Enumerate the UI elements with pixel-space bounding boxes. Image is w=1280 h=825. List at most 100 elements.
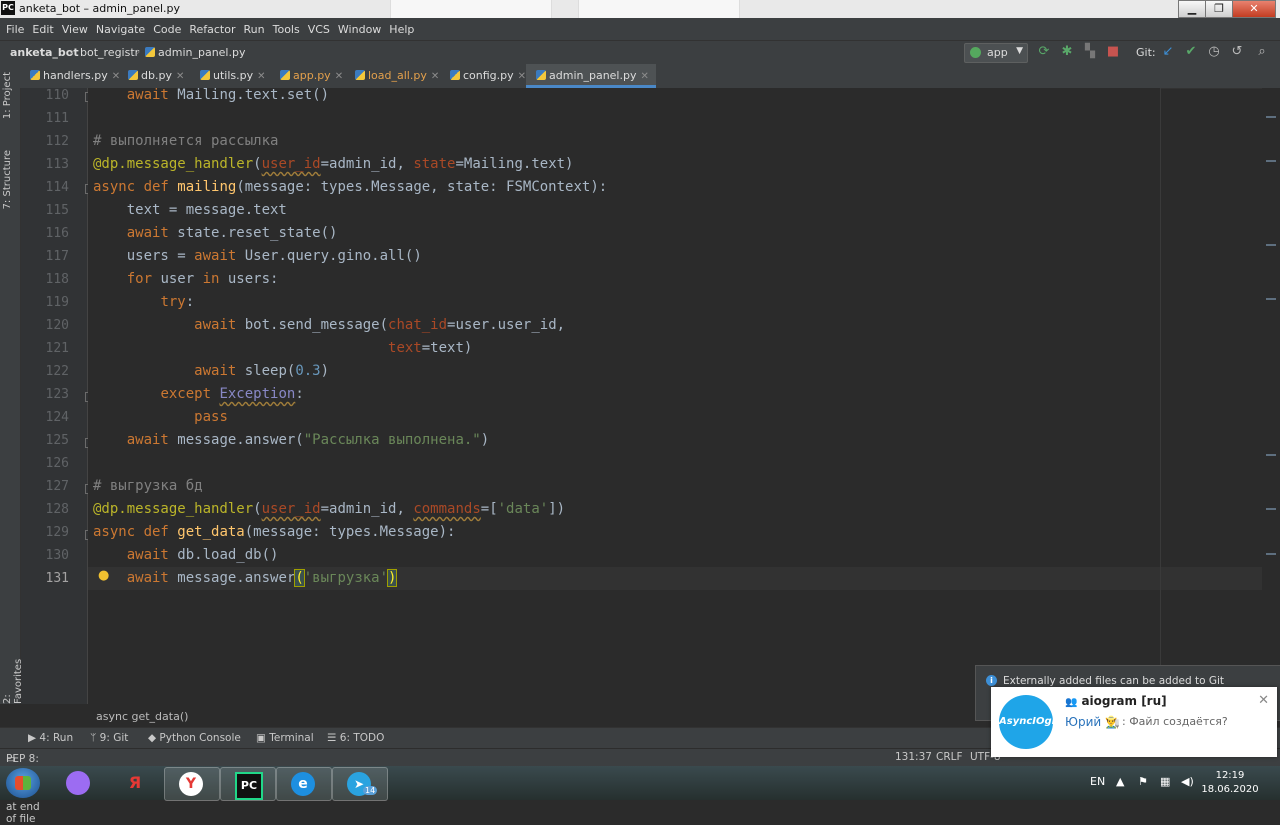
- language-indicator[interactable]: EN: [1090, 775, 1105, 788]
- code-line[interactable]: text=text): [93, 337, 472, 360]
- caret-position[interactable]: 131:37: [895, 751, 932, 763]
- taskbar-app-pycharm[interactable]: PC: [220, 767, 276, 801]
- close-icon[interactable]: ✕: [1232, 0, 1276, 18]
- stripe-mark[interactable]: [1266, 160, 1276, 162]
- tab-config[interactable]: config.py ✕: [440, 64, 526, 88]
- taskbar-app-alice[interactable]: [52, 767, 106, 799]
- close-tab-icon[interactable]: ✕: [640, 71, 648, 82]
- code-line[interactable]: await state.reset_state(): [93, 222, 338, 245]
- menu-file[interactable]: File: [6, 23, 24, 36]
- code-line[interactable]: pass: [93, 406, 228, 429]
- taskbar-clock[interactable]: 12:19 18.06.2020: [1200, 769, 1260, 797]
- line-number: 130: [45, 548, 69, 563]
- stripe-mark[interactable]: [1266, 244, 1276, 246]
- code-line[interactable]: async def mailing(message: types.Message…: [93, 176, 607, 199]
- stripe-mark[interactable]: [1266, 553, 1276, 555]
- background-window-tab[interactable]: [390, 0, 552, 18]
- error-stripe[interactable]: [1262, 88, 1280, 704]
- stripe-mark[interactable]: [1266, 298, 1276, 300]
- maximize-icon[interactable]: ❐: [1205, 0, 1233, 18]
- nav-separator: ›: [136, 45, 141, 58]
- tab-load-all[interactable]: load_all.py ✕: [345, 64, 439, 88]
- taskbar-app-yandex[interactable]: Я: [108, 767, 162, 799]
- todo-button[interactable]: ☰ 6: TODO: [327, 732, 384, 744]
- menu-code[interactable]: Code: [153, 23, 181, 36]
- telegram-notification[interactable]: AsyncIOgram 👥 aiogram [ru] Юрий 👨‍🌾 : Фай…: [991, 687, 1277, 757]
- menu-view[interactable]: View: [62, 23, 88, 36]
- close-icon[interactable]: ✕: [1258, 693, 1269, 708]
- taskbar-app-yandex-browser[interactable]: Y: [164, 767, 220, 801]
- run-tool-button[interactable]: ▶ 4: Run: [28, 732, 73, 744]
- history-icon[interactable]: ◷: [1206, 44, 1222, 60]
- line-separator[interactable]: CRLF: [936, 751, 963, 763]
- coverage-icon[interactable]: ▚: [1082, 44, 1098, 60]
- stripe-mark[interactable]: [1266, 508, 1276, 510]
- unread-badge: 14: [363, 786, 378, 795]
- action-center-icon[interactable]: ⚑: [1138, 775, 1148, 788]
- code-line[interactable]: users = await User.query.gino.all(): [93, 245, 422, 268]
- start-button[interactable]: [6, 768, 40, 798]
- code-line[interactable]: # выполняется рассылка: [93, 130, 278, 153]
- menu-tools[interactable]: Tools: [273, 23, 300, 36]
- git-tool-label: 9: Git: [99, 732, 129, 744]
- git-commit-icon[interactable]: ✔: [1183, 44, 1199, 60]
- menu-edit[interactable]: Edit: [32, 23, 53, 36]
- code-line[interactable]: text = message.text: [93, 199, 287, 222]
- terminal-button[interactable]: ▣ Terminal: [256, 732, 314, 744]
- nav-project[interactable]: anketa_bot: [10, 46, 79, 59]
- run-config-select[interactable]: app ▼: [964, 43, 1028, 63]
- code-line[interactable]: await message.answer("Рассылка выполнена…: [93, 429, 489, 452]
- project-tool-button[interactable]: 1: Project: [2, 72, 13, 119]
- close-tab-icon[interactable]: ✕: [518, 71, 526, 82]
- minimize-icon[interactable]: ▁: [1178, 0, 1206, 18]
- run-config-label: app: [987, 46, 1008, 59]
- code-line[interactable]: async def get_data(message: types.Messag…: [93, 521, 455, 544]
- code-line[interactable]: await sleep(0.3): [93, 360, 329, 383]
- menu-help[interactable]: Help: [389, 23, 414, 36]
- git-tool-button[interactable]: ᛘ 9: Git: [90, 732, 128, 744]
- taskbar-app-telegram[interactable]: ➤ 14: [332, 767, 388, 801]
- code-line[interactable]: # выгрузка бд: [93, 475, 203, 498]
- tab-admin-panel[interactable]: admin_panel.py ✕: [526, 64, 656, 88]
- code-line[interactable]: await message.answer('выгрузка'): [93, 567, 398, 590]
- tray-expand-icon[interactable]: ▲: [1116, 775, 1124, 788]
- nav-file[interactable]: admin_panel.py: [145, 46, 245, 59]
- volume-icon[interactable]: ◀): [1181, 775, 1194, 788]
- menu-navigate[interactable]: Navigate: [96, 23, 145, 36]
- nav-folder[interactable]: bot_registr: [80, 46, 139, 59]
- code-line[interactable]: for user in users:: [93, 268, 279, 291]
- code-line[interactable]: except Exception:: [93, 383, 303, 406]
- close-tab-icon[interactable]: ✕: [431, 71, 439, 82]
- code-editor[interactable]: await Mailing.text.set() # выполняется р…: [88, 87, 1280, 704]
- lightbulb-icon[interactable]: ●: [98, 568, 109, 583]
- taskbar-app-edge[interactable]: e: [276, 767, 332, 801]
- network-icon[interactable]: ▦: [1160, 775, 1170, 788]
- stripe-mark[interactable]: [1266, 454, 1276, 456]
- rerun-icon[interactable]: ⟳: [1036, 44, 1052, 60]
- debug-icon[interactable]: ✱: [1059, 44, 1075, 60]
- close-tab-icon[interactable]: ✕: [257, 71, 265, 82]
- structure-tool-button[interactable]: 7: Structure: [2, 150, 13, 209]
- stop-icon[interactable]: ■: [1105, 44, 1121, 60]
- rollback-icon[interactable]: ↺: [1229, 44, 1245, 60]
- python-console-button[interactable]: ◆ Python Console: [148, 732, 241, 744]
- chat-avatar: AsyncIOgram: [999, 695, 1074, 749]
- code-line[interactable]: @dp.message_handler(user_id=admin_id, co…: [93, 498, 565, 521]
- close-tab-icon[interactable]: ✕: [176, 71, 184, 82]
- menu-vcs[interactable]: VCS: [308, 23, 330, 36]
- menu-refactor[interactable]: Refactor: [189, 23, 235, 36]
- code-line[interactable]: await db.load_db(): [93, 544, 279, 567]
- code-line[interactable]: @dp.message_handler(user_id=admin_id, st…: [93, 153, 574, 176]
- close-tab-icon[interactable]: ✕: [335, 71, 343, 82]
- breadcrumb-function[interactable]: async get_data(): [96, 710, 188, 723]
- tab-label: admin_panel.py: [549, 69, 637, 82]
- menu-window[interactable]: Window: [338, 23, 381, 36]
- menu-run[interactable]: Run: [244, 23, 265, 36]
- git-update-icon[interactable]: ↙: [1160, 44, 1176, 60]
- code-line[interactable]: await Mailing.text.set(): [93, 84, 329, 107]
- code-line[interactable]: try:: [93, 291, 194, 314]
- background-window-tab[interactable]: [578, 0, 740, 18]
- stripe-mark[interactable]: [1266, 116, 1276, 118]
- search-icon[interactable]: ⌕: [1254, 44, 1270, 60]
- code-line[interactable]: await bot.send_message(chat_id=user.user…: [93, 314, 565, 337]
